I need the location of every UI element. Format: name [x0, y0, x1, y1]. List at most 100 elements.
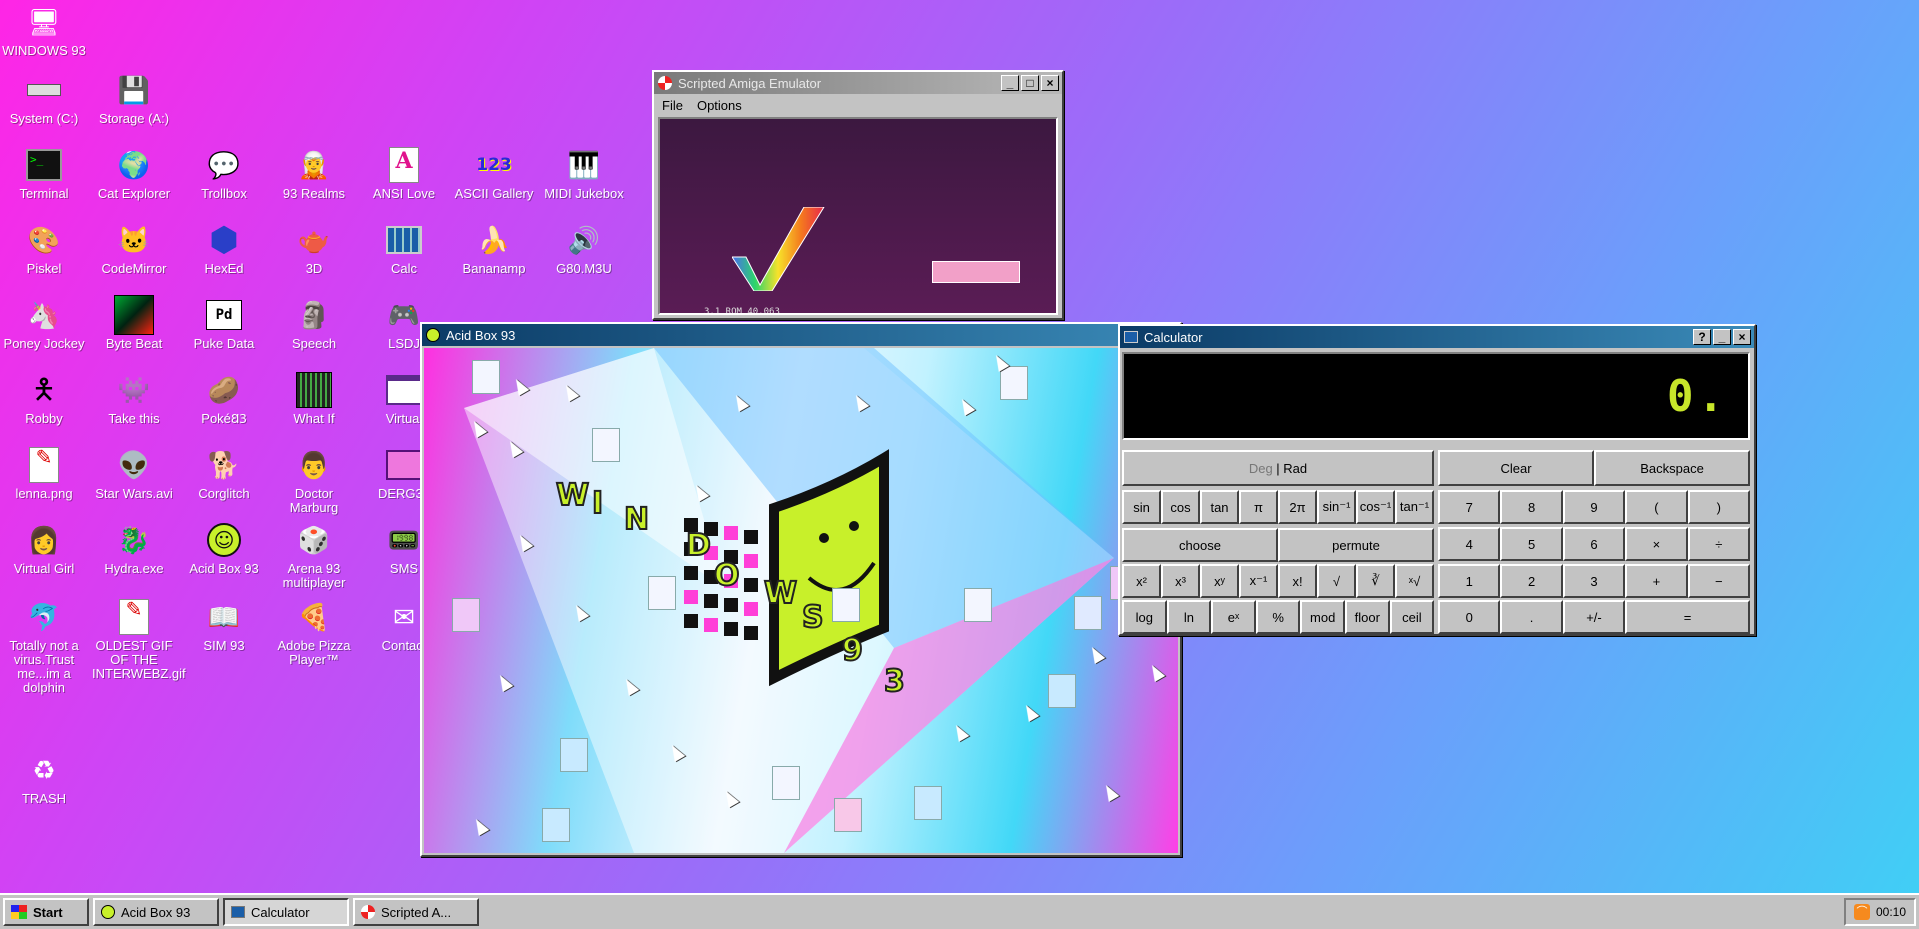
- desktop-icon-oldest-gif[interactable]: ✎ OLDEST GIF OF THE INTERWEBZ.gif: [90, 597, 186, 681]
- desktop-icon-93-realms[interactable]: 🧝 93 Realms: [270, 145, 358, 201]
- func-button[interactable]: floor: [1345, 600, 1390, 634]
- func-button[interactable]: %: [1255, 600, 1301, 634]
- sci-button[interactable]: cos⁻¹: [1356, 490, 1395, 524]
- close-button[interactable]: ×: [1041, 75, 1059, 91]
- menu-options[interactable]: Options: [697, 98, 742, 113]
- power-button[interactable]: x³: [1161, 564, 1200, 598]
- desktop-icon-take-this[interactable]: 👾 Take this: [90, 370, 178, 426]
- desktop-icon-hydra[interactable]: 🐉 Hydra.exe: [90, 520, 178, 576]
- desktop-icon-hexed[interactable]: ⬢ HexEd: [180, 220, 268, 276]
- taskbar-item-amiga[interactable]: Scripted A...: [353, 898, 479, 926]
- desktop-icon-g80-m3u[interactable]: 🔊 G80.M3U: [540, 220, 628, 276]
- desktop-icon-virtual-girl[interactable]: 👩 Virtual Girl: [0, 520, 88, 576]
- sci-button[interactable]: 2π: [1278, 490, 1317, 524]
- desktop-icon-byte-beat[interactable]: Byte Beat: [90, 295, 178, 351]
- minimize-button[interactable]: _: [1713, 329, 1731, 345]
- num-button[interactable]: ): [1687, 490, 1750, 524]
- num-button[interactable]: 6: [1562, 527, 1626, 561]
- desktop-icon-calc[interactable]: Calc: [360, 220, 448, 276]
- taskbar-item-calculator[interactable]: Calculator: [223, 898, 349, 926]
- maximize-button[interactable]: □: [1021, 75, 1039, 91]
- help-button[interactable]: ?: [1693, 329, 1711, 345]
- desktop-icon-adobe-pizza[interactable]: 🍕 Adobe Pizza Player™: [270, 597, 358, 667]
- power-button[interactable]: x⁻¹: [1239, 564, 1278, 598]
- equals-button[interactable]: =: [1625, 600, 1750, 634]
- num-button[interactable]: .: [1500, 600, 1563, 634]
- desktop-icon-terminal[interactable]: >_ Terminal: [0, 145, 88, 201]
- desktop-icon-doctor-marburg[interactable]: 👨 Doctor Marburg: [270, 445, 358, 515]
- desktop-icon-ansi-love[interactable]: A ANSI Love: [360, 145, 448, 201]
- func-button[interactable]: ln: [1166, 600, 1212, 634]
- calculator-window[interactable]: Calculator ? _ × 0. Deg | Rad choose per…: [1118, 324, 1756, 636]
- power-button[interactable]: ˣ√: [1395, 564, 1434, 598]
- desktop-icon-3d[interactable]: 🫖 3D: [270, 220, 358, 276]
- minimize-button[interactable]: _: [1001, 75, 1019, 91]
- sci-button[interactable]: cos: [1161, 490, 1200, 524]
- power-button[interactable]: x!: [1278, 564, 1317, 598]
- sci-button[interactable]: sin: [1122, 490, 1161, 524]
- start-button[interactable]: Start: [3, 898, 89, 926]
- power-button[interactable]: ∛: [1356, 564, 1395, 598]
- menu-file[interactable]: File: [662, 98, 683, 113]
- desktop-icon-star-wars[interactable]: 👽 Star Wars.avi: [90, 445, 178, 501]
- backspace-button[interactable]: Backspace: [1594, 450, 1750, 486]
- num-button[interactable]: 5: [1500, 527, 1563, 561]
- num-button[interactable]: 8: [1500, 490, 1563, 524]
- desktop-icon-cat-explorer[interactable]: 🌍 Cat Explorer: [90, 145, 178, 201]
- num-button[interactable]: 0: [1438, 600, 1501, 634]
- desktop-icon-puke-data[interactable]: Pd Puke Data: [180, 295, 268, 351]
- rss-icon[interactable]: ⌒: [1853, 904, 1870, 920]
- permute-button[interactable]: permute: [1278, 528, 1434, 562]
- func-button[interactable]: ceil: [1389, 600, 1435, 634]
- desktop-icon-acid-box-93[interactable]: ☺ Acid Box 93: [180, 520, 268, 576]
- close-button[interactable]: ×: [1733, 329, 1751, 345]
- amiga-window[interactable]: Scripted Amiga Emulator _ □ × File Optio…: [652, 70, 1064, 320]
- num-button[interactable]: 4: [1438, 527, 1501, 561]
- num-button[interactable]: +: [1625, 564, 1688, 598]
- sci-button[interactable]: tan⁻¹: [1395, 490, 1434, 524]
- num-button[interactable]: 1: [1438, 564, 1501, 598]
- desktop-icon-lenna[interactable]: ✎ lenna.png: [0, 445, 88, 501]
- num-button[interactable]: ÷: [1687, 527, 1750, 561]
- desktop-icon-system-c[interactable]: System (C:): [0, 70, 88, 126]
- desktop-icon-trollbox[interactable]: 💬 Trollbox: [180, 145, 268, 201]
- desktop-icon-poney-jockey[interactable]: 🦄 Poney Jockey: [0, 295, 88, 351]
- num-button[interactable]: 2: [1500, 564, 1563, 598]
- desktop-icon-speech[interactable]: 🗿 Speech: [270, 295, 358, 351]
- acidbox-window[interactable]: Acid Box 93 W I N D O W S 9 3: [420, 322, 1182, 857]
- num-button[interactable]: 3: [1562, 564, 1626, 598]
- deg-rad-toggle[interactable]: Deg | Rad: [1122, 450, 1434, 486]
- desktop-icon-dolphin[interactable]: 🐬 Totally not a virus.Trust me...im a do…: [0, 597, 88, 695]
- clear-button[interactable]: Clear: [1438, 450, 1594, 486]
- desktop-icon-piskel[interactable]: 🎨 Piskel: [0, 220, 88, 276]
- acidbox-canvas[interactable]: W I N D O W S 9 3: [424, 348, 1178, 853]
- power-button[interactable]: x²: [1122, 564, 1161, 598]
- num-button[interactable]: ×: [1625, 527, 1688, 561]
- desktop-icon-ascii-gallery[interactable]: 123 ASCII Gallery: [450, 145, 538, 201]
- amiga-screen[interactable]: 3.1 ROM 40.063: [658, 117, 1058, 315]
- func-button[interactable]: eˣ: [1211, 600, 1256, 634]
- desktop-icon-sim-93[interactable]: 📖 SIM 93: [180, 597, 268, 653]
- desktop-icon-what-if[interactable]: What If: [270, 370, 358, 426]
- desktop-icon-codemirror[interactable]: 🐱 CodeMirror: [90, 220, 178, 276]
- desktop-icon-midi-jukebox[interactable]: 🎹 MIDI Jukebox: [540, 145, 628, 201]
- amiga-titlebar[interactable]: Scripted Amiga Emulator _ □ ×: [654, 72, 1062, 94]
- desktop-icon-poke[interactable]: 🥔 Poké𐐒𐐚: [180, 370, 268, 426]
- sci-button[interactable]: π: [1239, 490, 1278, 524]
- num-button[interactable]: −: [1687, 564, 1750, 598]
- func-button[interactable]: log: [1122, 600, 1167, 634]
- sci-button[interactable]: sin⁻¹: [1317, 490, 1356, 524]
- desktop-icon-arena-93[interactable]: 🎲 Arena 93 multiplayer: [270, 520, 358, 590]
- func-button[interactable]: mod: [1300, 600, 1345, 634]
- num-button[interactable]: 7: [1438, 490, 1501, 524]
- num-button[interactable]: 9: [1562, 490, 1626, 524]
- acidbox-titlebar[interactable]: Acid Box 93: [422, 324, 1180, 346]
- desktop-icon-storage-a[interactable]: 💾 Storage (A:): [90, 70, 178, 126]
- desktop-icon-bananamp[interactable]: 🍌 Bananamp: [450, 220, 538, 276]
- sci-button[interactable]: tan: [1200, 490, 1239, 524]
- calculator-titlebar[interactable]: Calculator ? _ ×: [1120, 326, 1754, 348]
- power-button[interactable]: xʸ: [1200, 564, 1239, 598]
- desktop-icon-robby[interactable]: 🯅 Robby: [0, 370, 88, 426]
- taskbar-item-acidbox[interactable]: Acid Box 93: [93, 898, 219, 926]
- num-button[interactable]: (: [1625, 490, 1688, 524]
